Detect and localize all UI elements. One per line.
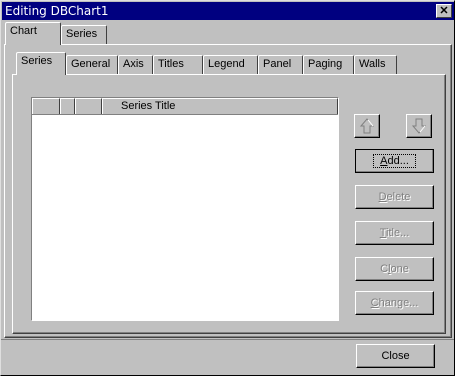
column-series-title[interactable]: Series Title <box>102 98 338 114</box>
change-mnemonic: C <box>370 297 379 309</box>
clone-button[interactable]: Clone <box>355 257 434 281</box>
change-button-label: Change... <box>371 297 419 309</box>
tab-walls-label: Walls <box>359 58 386 70</box>
tab-axis-label: Axis <box>123 58 144 70</box>
close-button-label: Close <box>381 350 410 362</box>
clone-button-label: Clone <box>380 263 409 275</box>
title-button[interactable]: Title... <box>355 221 434 245</box>
column-color[interactable] <box>75 98 102 114</box>
tab-titles[interactable]: Titles <box>153 55 203 75</box>
clone-rest: one <box>390 263 409 275</box>
tab-paging[interactable]: Paging <box>303 55 354 75</box>
tab-paging-label: Paging <box>308 58 343 70</box>
title-bar[interactable]: Editing DBChart1 ✕ <box>2 2 454 20</box>
clone-pre: C <box>380 263 389 275</box>
tab-titles-label: Titles <box>158 58 184 70</box>
add-button-label: Add... <box>373 154 416 168</box>
change-button[interactable]: Change... <box>355 291 434 315</box>
column-type-icon[interactable] <box>60 98 75 114</box>
add-rest: dd... <box>387 155 409 167</box>
tab-legend-label: Legend <box>208 58 245 70</box>
tab-series-outer-label: Series <box>66 28 98 40</box>
move-down-button[interactable] <box>406 114 432 138</box>
delete-rest: elete <box>386 191 411 203</box>
series-list-header: Series Title <box>32 98 338 115</box>
tab-series-outer[interactable]: Series <box>61 25 107 45</box>
tab-legend[interactable]: Legend <box>203 55 258 75</box>
tab-general-label: General <box>71 58 111 70</box>
tab-panel[interactable]: Panel <box>258 55 303 75</box>
window-title: Editing DBChart1 <box>5 4 109 18</box>
delete-mnemonic: D <box>378 191 387 203</box>
delete-button-label: Delete <box>379 191 411 203</box>
tab-axis[interactable]: Axis <box>118 55 153 75</box>
series-title-header: Series Title <box>121 100 176 112</box>
tab-general[interactable]: General <box>66 55 118 75</box>
change-rest: hange... <box>378 297 419 309</box>
close-icon[interactable]: ✕ <box>436 4 452 18</box>
close-button[interactable]: Close <box>356 344 435 368</box>
move-down-icon <box>412 118 426 134</box>
tab-walls[interactable]: Walls <box>354 55 397 75</box>
tab-chart[interactable]: Chart <box>5 22 61 45</box>
move-up-button[interactable] <box>354 114 380 138</box>
move-up-icon <box>360 118 374 134</box>
tab-panel-label: Panel <box>263 58 292 70</box>
tab-series[interactable]: Series <box>16 52 66 75</box>
tab-chart-label: Chart <box>10 25 37 37</box>
delete-button[interactable]: Delete <box>355 185 434 209</box>
chart-editor-dialog: Editing DBChart1 ✕ Chart Series Series G… <box>0 0 455 376</box>
add-button[interactable]: Add... <box>355 149 434 173</box>
series-list[interactable]: Series Title <box>31 97 339 321</box>
title-rest: itle... <box>386 227 410 239</box>
tab-series-label: Series <box>21 55 53 67</box>
column-active[interactable] <box>32 98 60 114</box>
title-button-label: Title... <box>380 227 410 239</box>
